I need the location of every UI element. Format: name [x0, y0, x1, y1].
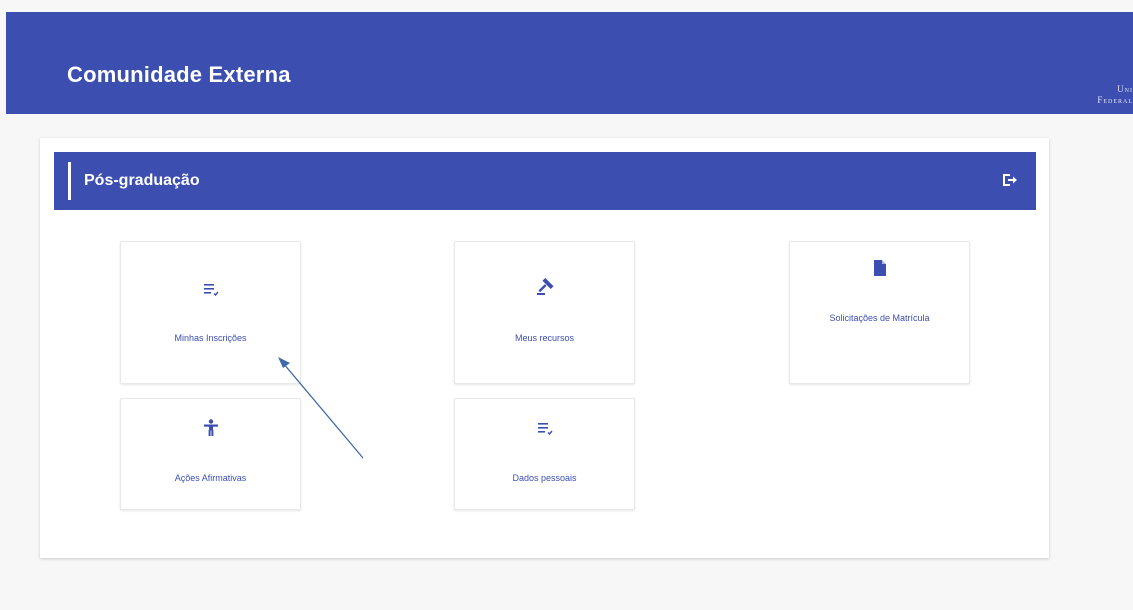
- app-title: Comunidade Externa: [67, 62, 291, 87]
- card-label: Solicitações de Matrícula: [829, 313, 930, 323]
- card-meus-recursos[interactable]: Meus recursos: [454, 241, 635, 384]
- logo-line-1: Uni: [1117, 84, 1133, 94]
- accessibility-icon: [121, 419, 300, 437]
- section-title: Pós-graduação: [84, 172, 200, 189]
- card-solicitacoes-matricula[interactable]: Solicitações de Matrícula: [789, 241, 970, 384]
- list-icon: [455, 421, 634, 435]
- card-minhas-inscricoes[interactable]: Minhas Inscrições: [120, 241, 301, 384]
- top-app-bar: Comunidade Externa Uni Federal: [6, 12, 1133, 114]
- card-acoes-afirmativas[interactable]: Ações Afirmativas: [120, 398, 301, 510]
- logo-line-2: Federal: [1097, 95, 1133, 105]
- card-label: Meus recursos: [514, 333, 575, 343]
- institution-logo: Uni Federal: [1097, 84, 1133, 106]
- list-icon: [121, 282, 300, 296]
- card-label: Dados pessoais: [512, 473, 577, 483]
- gavel-icon: [455, 278, 634, 296]
- section-header: Pós-graduação: [54, 152, 1036, 210]
- card-label: Minhas Inscrições: [174, 333, 247, 343]
- document-icon: [790, 260, 969, 276]
- header-accent-bar: [68, 162, 71, 200]
- card-dados-pessoais[interactable]: Dados pessoais: [454, 398, 635, 510]
- card-label: Ações Afirmativas: [174, 473, 247, 483]
- logout-icon[interactable]: [1000, 170, 1020, 190]
